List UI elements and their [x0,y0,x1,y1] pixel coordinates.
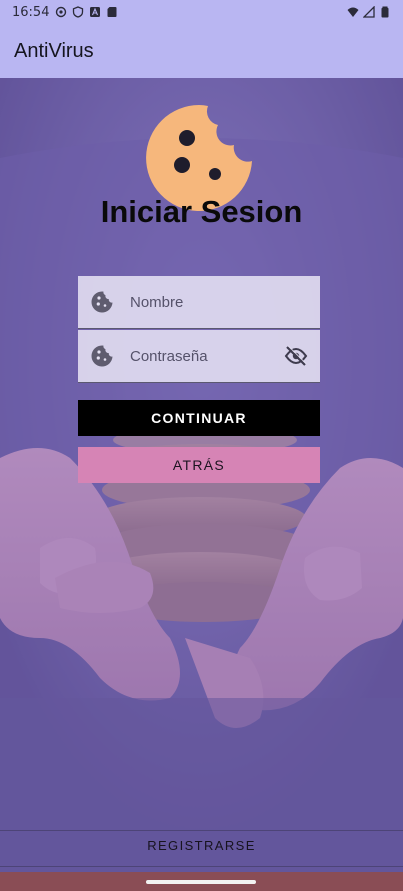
sd-card-icon [107,7,117,17]
visibility-off-icon[interactable] [284,344,308,368]
continue-button[interactable]: CONTINUAR [78,400,320,436]
page-title: Iniciar Sesion [100,194,303,229]
name-input[interactable] [130,293,320,311]
divider [0,830,403,831]
status-left-icons [55,6,118,18]
app-bar: AntiVirus [0,24,403,78]
password-input[interactable] [130,347,284,365]
name-field[interactable] [78,276,320,329]
login-screen: 16:54 AntiVirus Iniciar Sesion Nombre CO… [0,0,403,891]
battery-icon [381,6,389,18]
wifi-icon [347,7,359,17]
status-right-icons [347,6,391,18]
status-bar: 16:54 [0,0,403,24]
navigation-bar [0,872,403,891]
shield-icon [73,6,84,18]
cookie-icon [91,291,113,313]
divider [0,866,403,867]
home-gesture-handle[interactable] [146,880,256,884]
status-time: 16:54 [12,4,50,20]
back-button[interactable]: ATRÁS [78,447,320,483]
sync-icon [56,6,67,18]
signal-icon [363,6,375,18]
password-field[interactable] [78,330,320,383]
a-icon [90,7,101,17]
register-button[interactable]: REGISTRARSE [0,838,403,853]
cookie-icon [91,345,113,367]
app-title: AntiVirus [14,39,94,62]
